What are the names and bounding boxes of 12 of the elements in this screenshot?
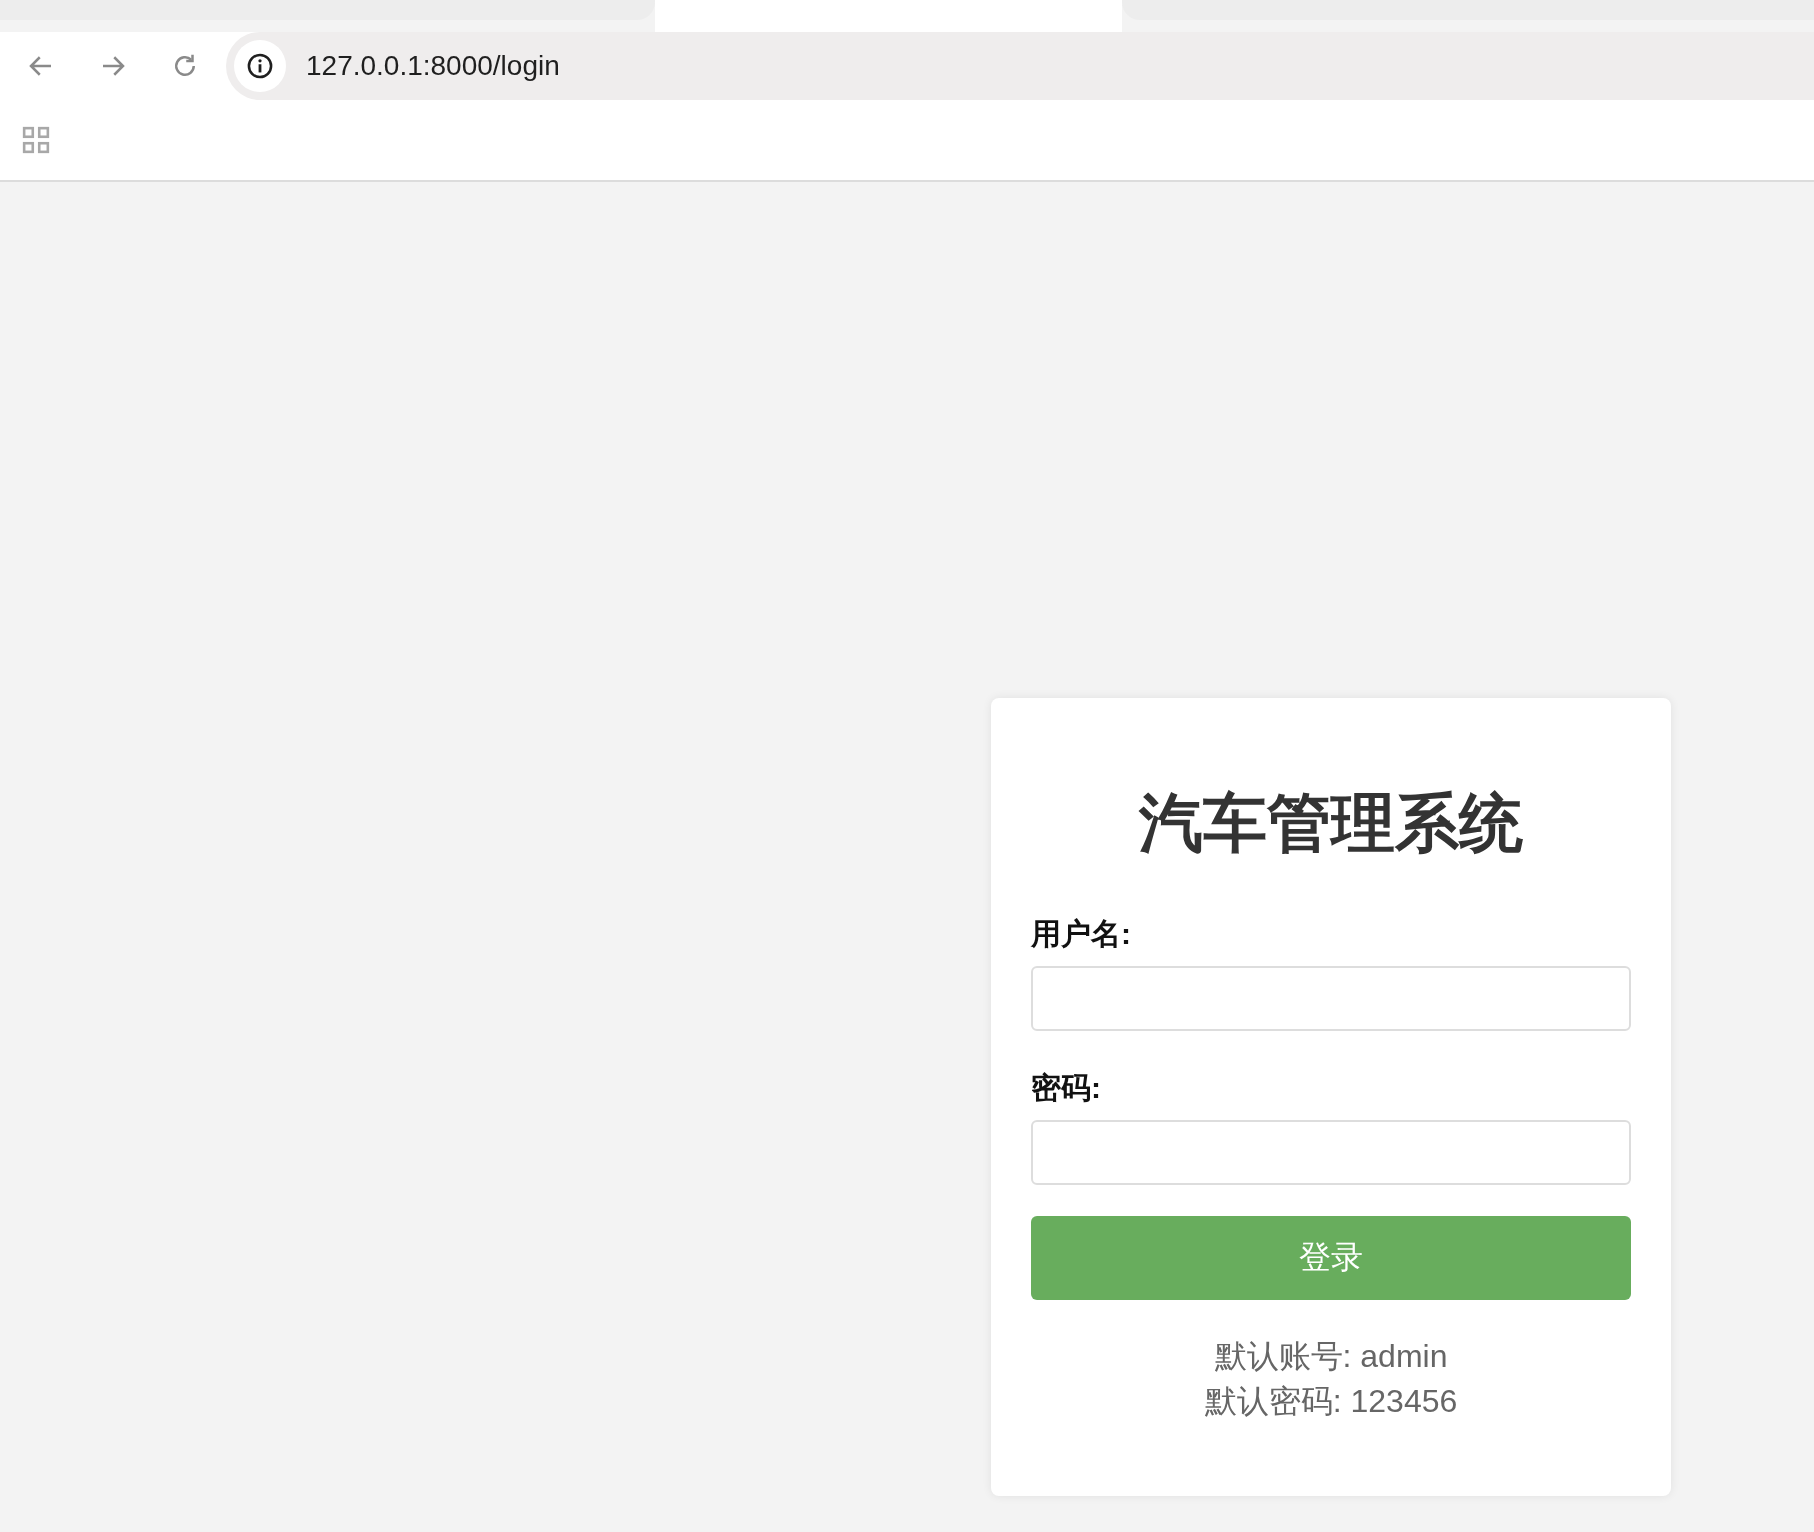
default-credentials-text: 默认密码: 123456 — [1204, 1382, 1458, 1422]
info-icon — [246, 52, 274, 80]
default-credentials-text: 默认账号: admin — [1214, 1337, 1448, 1377]
input-field[interactable] — [1031, 966, 1631, 1032]
site-info-button[interactable] — [234, 40, 286, 92]
url-text: 127.0.0.1:8000/login — [306, 50, 560, 82]
system-title: 汽车管理系统 — [1138, 788, 1524, 859]
field-label: 用户名: — [1031, 916, 1132, 953]
apps-grid-icon[interactable] — [22, 126, 50, 154]
address-bar[interactable]: 127.0.0.1:8000/login — [226, 32, 1814, 100]
field-label: 密码: — [1031, 1070, 1102, 1107]
input-field[interactable] — [1031, 1120, 1631, 1186]
